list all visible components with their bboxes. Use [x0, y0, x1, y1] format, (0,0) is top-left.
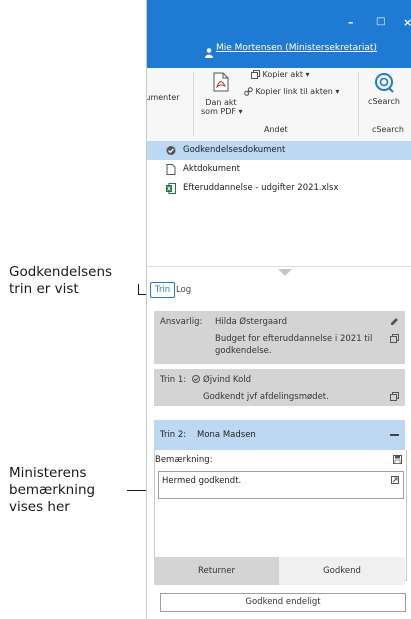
document-name: Aktdokument — [183, 164, 240, 174]
pdf-label-line1: Dan akt — [205, 98, 237, 107]
annotation-remark-line3: vises her — [9, 499, 70, 515]
maximize-button[interactable]: □ — [376, 16, 385, 27]
ribbon: ▾ kumenter Dan akt som PDF ▾ Kopier akt … — [146, 68, 411, 142]
responsible-name: Hilda Østergaard — [215, 317, 288, 327]
app-window: – □ × Mie Mortensen (Ministersekretariat… — [146, 0, 411, 619]
return-button[interactable]: Returner — [154, 557, 279, 585]
copy-icon[interactable] — [390, 334, 399, 343]
step2-label: Trin 2: — [160, 430, 187, 440]
annotation-remark-line1: Ministerens — [9, 465, 87, 481]
step1-text: Godkendt jvf afdelingsmødet. — [203, 392, 329, 402]
save-icon[interactable] — [393, 455, 402, 464]
csearch-label: cSearch — [368, 97, 400, 106]
approve-button[interactable]: Godkend — [279, 557, 405, 585]
annotation-remark-line2: bemærkning — [9, 482, 96, 498]
ribbon-separator — [358, 72, 359, 136]
remark-input[interactable]: Hermed godkendt. — [158, 471, 404, 499]
step2-name: Mona Madsen — [197, 430, 256, 440]
collapse-icon[interactable] — [390, 434, 399, 436]
copy-icon[interactable] — [390, 392, 399, 401]
csearch-icon — [373, 72, 395, 94]
app-window-border — [146, 0, 147, 619]
step1-label: Trin 1: — [160, 375, 187, 385]
user-icon — [205, 43, 213, 58]
edit-icon[interactable] — [390, 317, 399, 326]
action-buttons: Returner Godkend — [154, 557, 405, 585]
annotation-steps-line1: Godkendelsens — [9, 264, 113, 280]
link-icon — [244, 87, 253, 96]
step-tabs: Trin Log — [146, 276, 411, 302]
ribbon-group-csearch: cSearch — [372, 125, 404, 134]
ribbon-group-andet: Andet — [264, 125, 288, 134]
responsible-text-line2: godkendelse. — [215, 346, 272, 356]
copy-link-label: Kopier link til akten ▾ — [255, 87, 340, 96]
responsible-card: Ansvarlig: Hilda Østergaard Budget for e… — [154, 311, 405, 364]
pdf-button[interactable]: Dan akt som PDF ▾ — [201, 72, 243, 116]
copy-act-label: Kopier akt ▾ — [262, 70, 310, 79]
document-name: Godkendelsesdokument — [183, 145, 286, 155]
check-circle-icon — [192, 375, 200, 383]
document-list: Godkendelsesdokument Aktdokument Efterud… — [146, 141, 411, 266]
expand-icon[interactable] — [391, 476, 399, 484]
annotation-steps: Godkendelsens trin er vist — [9, 264, 112, 298]
document-row[interactable]: Efteruddannelse - udgifter 2021.xlsx — [146, 179, 411, 198]
responsible-label: Ansvarlig: — [160, 317, 203, 327]
annotation-steps-line2: trin er vist — [9, 281, 79, 297]
document-row[interactable]: Godkendelsesdokument — [146, 141, 411, 160]
pdf-label-line2: som PDF ▾ — [201, 107, 243, 116]
document-row[interactable]: Aktdokument — [146, 160, 411, 179]
close-button[interactable]: × — [403, 16, 411, 29]
pdf-icon — [213, 72, 229, 92]
panel-splitter[interactable] — [146, 266, 411, 276]
step1-card: Trin 1: Øjvind Kold Godkendt jvf afdelin… — [154, 369, 405, 406]
annotation-remark: Ministerens bemærkning vises her — [9, 465, 95, 516]
copy-link-button[interactable]: Kopier link til akten ▾ — [244, 87, 339, 96]
approve-final-button[interactable]: Godkend endeligt — [160, 593, 406, 612]
minimize-button[interactable]: – — [348, 16, 354, 29]
responsible-text-line1: Budget for efteruddannelse i 2021 til — [215, 334, 373, 344]
copy-icon — [251, 70, 260, 79]
document-name: Efteruddannelse - udgifter 2021.xlsx — [183, 183, 339, 193]
title-bar: – □ × Mie Mortensen (Ministersekretariat… — [146, 0, 411, 68]
check-circle-icon — [166, 145, 176, 156]
remark-label: Bemærkning: — [155, 455, 213, 465]
document-icon — [166, 164, 176, 175]
step2-header[interactable]: Trin 2: Mona Madsen — [154, 420, 405, 450]
copy-act-button[interactable]: Kopier akt ▾ — [251, 70, 310, 79]
ribbon-partial-label[interactable]: kumenter — [146, 93, 180, 102]
user-link[interactable]: Mie Mortensen (Ministersekretariat) — [216, 43, 377, 53]
remark-text: Hermed godkendt. — [162, 476, 242, 486]
collapse-chevron-icon[interactable] — [278, 269, 292, 276]
csearch-button[interactable]: cSearch — [364, 72, 404, 106]
step1-name: Øjvind Kold — [203, 375, 252, 385]
excel-icon — [166, 183, 176, 194]
tab-log[interactable]: Log — [176, 285, 191, 295]
ribbon-separator — [193, 72, 194, 136]
tab-trin[interactable]: Trin — [150, 282, 176, 298]
